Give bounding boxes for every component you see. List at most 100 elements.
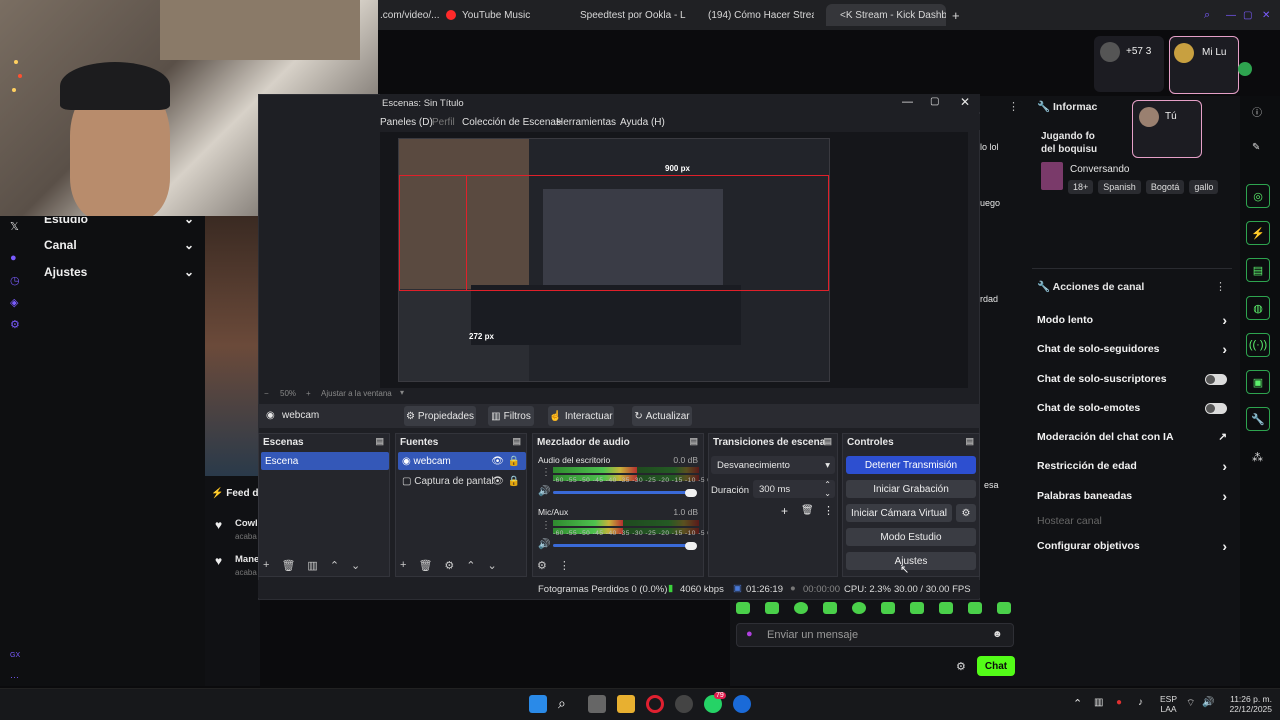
trash-icon[interactable]: 🗑: [801, 505, 814, 516]
language-indicator[interactable]: ESP LAA: [1160, 694, 1177, 714]
emote-icon[interactable]: [852, 602, 866, 614]
gear-icon[interactable]: ⚙: [537, 559, 547, 572]
zoom-fit-label[interactable]: Ajustar a la ventana: [321, 389, 392, 398]
close-icon[interactable]: ✕: [1262, 6, 1270, 24]
call-tile-self[interactable]: Tú: [1132, 100, 1202, 158]
source-item-webcam[interactable]: ◉ webcam 👁 🔒: [398, 452, 526, 470]
menu-perfil[interactable]: Perfil: [432, 117, 455, 128]
speaker-icon[interactable]: 🔊: [538, 539, 550, 550]
filter-icon[interactable]: ▥: [307, 559, 317, 572]
sidebar-item-canal[interactable]: Canal ⌄: [44, 238, 194, 252]
dock-menu-icon[interactable]: ▤: [965, 436, 974, 447]
channel-menu-icon[interactable]: ⋮: [541, 467, 551, 478]
emote-icon[interactable]: [794, 602, 808, 614]
windows-start-icon[interactable]: [529, 695, 547, 713]
browser-tab-speedtest[interactable]: Speedtest por Ookla - La: [574, 6, 686, 24]
start-recording-button[interactable]: Iniciar Grabación: [846, 480, 976, 498]
chevron-down-icon[interactable]: ▾: [400, 388, 404, 397]
server-icon[interactable]: ▣: [1246, 370, 1270, 394]
emote-icon[interactable]: [823, 602, 837, 614]
preview-canvas[interactable]: 900 px 272 px: [398, 138, 830, 382]
more-vert-icon[interactable]: ⋮: [559, 559, 570, 572]
obs-icon[interactable]: [675, 695, 693, 713]
tray-icon[interactable]: ●: [1116, 697, 1122, 708]
call-participants-tile[interactable]: +57 3: [1094, 36, 1164, 92]
microphone-icon[interactable]: ♪: [1138, 697, 1143, 708]
start-virtual-cam-button[interactable]: Iniciar Cámara Virtual: [846, 504, 952, 522]
arrow-down-icon[interactable]: ⌄: [351, 559, 360, 572]
emote-icon[interactable]: [736, 602, 750, 614]
browser-tab[interactable]: .com/video/...: [380, 6, 439, 24]
menu-ayuda[interactable]: Ayuda (H): [620, 117, 665, 128]
volume-icon[interactable]: 🔊: [1202, 697, 1214, 708]
task-view-icon[interactable]: [588, 695, 606, 713]
stop-streaming-button[interactable]: Detener Transmisión: [846, 456, 976, 474]
broadcast-icon[interactable]: ((·)): [1246, 333, 1270, 357]
speaker-icon[interactable]: 🔊: [538, 486, 550, 497]
more-vert-icon[interactable]: ⋮: [823, 504, 834, 517]
volume-slider-knob[interactable]: [685, 489, 697, 497]
action-host-channel[interactable]: Hostear canal: [1037, 512, 1227, 530]
more-vert-icon[interactable]: ⋮: [1008, 100, 1019, 113]
spinner-icon[interactable]: ⌃ ⌄: [824, 480, 831, 498]
eye-icon[interactable]: 👁: [491, 476, 504, 487]
source-item-capture[interactable]: ▢ Captura de pantal 👁 🔒: [398, 472, 526, 490]
channel-menu-icon[interactable]: ⋮: [541, 520, 551, 531]
browser-tab-youtube[interactable]: (194) Cómo Hacer Strean: [702, 6, 814, 24]
emote-icon[interactable]: [968, 602, 982, 614]
file-explorer-icon[interactable]: [617, 695, 635, 713]
zoom-in-icon[interactable]: +: [306, 389, 311, 398]
duration-input[interactable]: 300 ms ⌃ ⌄: [753, 480, 835, 498]
interact-button[interactable]: ☝ Interactuar: [548, 406, 614, 426]
chat-message-input[interactable]: Enviar un mensaje: [736, 623, 1014, 647]
arrow-up-icon[interactable]: ⌃: [466, 559, 475, 572]
gear-icon[interactable]: ⚙: [956, 660, 966, 673]
eye-icon[interactable]: 👁: [491, 456, 504, 467]
dock-menu-icon[interactable]: ▤: [375, 436, 384, 447]
filters-button[interactable]: ▥ Filtros: [488, 406, 534, 426]
close-icon[interactable]: ✕: [960, 95, 970, 109]
zoom-out-icon[interactable]: −: [264, 389, 269, 398]
settings-button[interactable]: Ajustes: [846, 552, 976, 570]
clock-icon[interactable]: ◷: [10, 274, 22, 287]
action-slow-mode[interactable]: Modo lento ›: [1037, 311, 1227, 329]
emoji-icon[interactable]: ☻: [992, 629, 1003, 640]
edit-icon[interactable]: ✎: [1252, 142, 1260, 153]
tray-icon[interactable]: ▥: [1094, 697, 1103, 708]
action-age-restriction[interactable]: Restricción de edad ›: [1037, 457, 1227, 475]
properties-button[interactable]: ⚙ Propiedades: [404, 406, 476, 426]
emote-icon[interactable]: [939, 602, 953, 614]
lock-icon[interactable]: 🔒: [508, 476, 520, 487]
call-tile-main[interactable]: Mi Lu: [1169, 36, 1239, 94]
search-icon[interactable]: ⌕: [558, 695, 576, 713]
studio-mode-button[interactable]: Modo Estudio: [846, 528, 976, 546]
action-emotes-only[interactable]: Chat de solo-emotes: [1037, 399, 1227, 417]
dock-menu-icon[interactable]: ▤: [512, 436, 521, 447]
virtual-cam-settings-icon[interactable]: ⚙: [956, 504, 976, 522]
sidebar-item-ajustes[interactable]: Ajustes ⌄: [44, 265, 194, 279]
dock-menu-icon[interactable]: ▤: [689, 436, 698, 447]
volume-slider[interactable]: [553, 544, 693, 547]
gear-icon[interactable]: ⚙: [444, 559, 454, 572]
arrow-up-icon[interactable]: ⌃: [330, 559, 339, 572]
more-vert-icon[interactable]: ⋮: [1215, 280, 1226, 293]
camera-icon[interactable]: ◎: [1246, 184, 1270, 208]
chat-bubble-icon[interactable]: ◍: [1246, 296, 1270, 320]
lightning-icon[interactable]: ⚡: [1246, 221, 1270, 245]
emote-icon[interactable]: [881, 602, 895, 614]
wifi-icon[interactable]: ⌔: [1186, 697, 1195, 710]
emote-icon[interactable]: [910, 602, 924, 614]
action-banned-words[interactable]: Palabras baneadas ›: [1037, 487, 1227, 505]
menu-coleccion[interactable]: Colección de Escenas: [462, 117, 561, 128]
menu-herramientas[interactable]: Herramientas: [556, 117, 616, 128]
chevron-up-icon[interactable]: ⌃: [1073, 697, 1082, 710]
add-icon[interactable]: +: [263, 559, 269, 572]
maximize-icon[interactable]: ▢: [930, 96, 939, 107]
scene-item[interactable]: Escena: [261, 452, 389, 470]
maximize-icon[interactable]: ▢: [1243, 6, 1252, 24]
x-icon[interactable]: 𝕏: [10, 220, 22, 233]
minimize-icon[interactable]: —: [1226, 6, 1236, 24]
action-subs-only[interactable]: Chat de solo-suscriptores: [1037, 370, 1227, 388]
menu-paneles[interactable]: Paneles (D): [380, 117, 433, 128]
trash-icon[interactable]: 🗑: [281, 559, 295, 572]
